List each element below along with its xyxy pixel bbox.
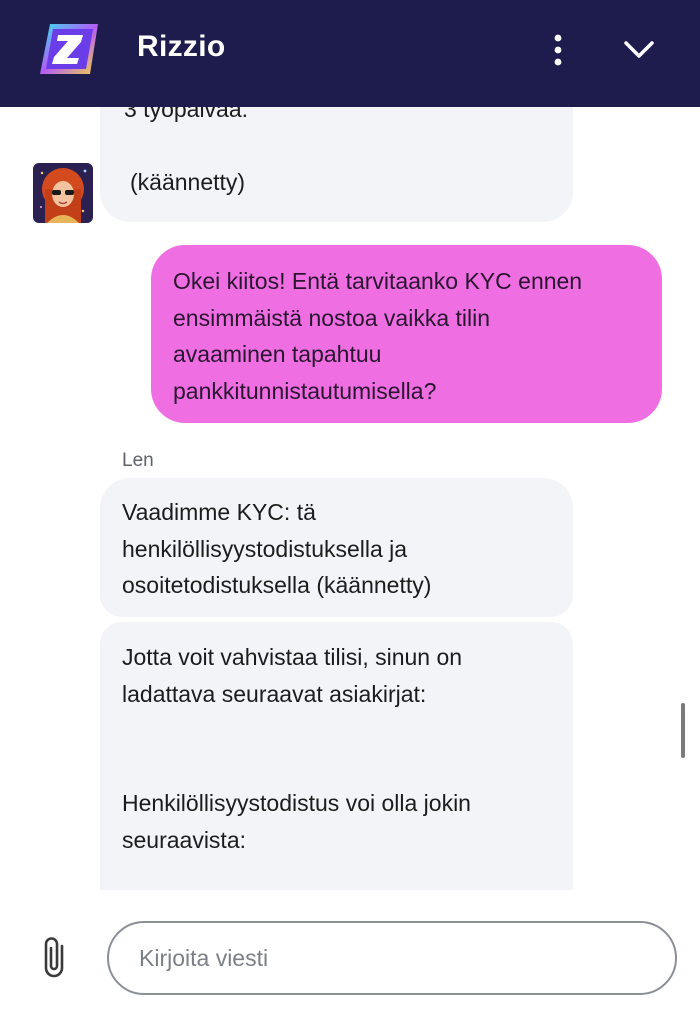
more-vertical-icon[interactable] bbox=[540, 30, 576, 70]
chat-header: Rizzio bbox=[0, 0, 700, 107]
message-line: ensimmäistä nostoa vaikka tilin bbox=[173, 304, 491, 331]
message-line: (käännetty) bbox=[130, 169, 246, 195]
message-line: Henkilöllisyystodistus voi olla jokin bbox=[122, 790, 471, 816]
scrollbar-thumb[interactable] bbox=[681, 703, 685, 758]
sender-name: Len bbox=[122, 450, 154, 471]
message-line: ladattava seuraavat asiakirjat: bbox=[122, 680, 427, 707]
avatar-image bbox=[33, 163, 93, 223]
message-line bbox=[122, 712, 551, 749]
chevron-down-icon[interactable] bbox=[618, 32, 660, 68]
app-title: Rizzio bbox=[137, 30, 226, 63]
message-composer bbox=[0, 890, 700, 1013]
message-line: pankkitunnistautumisella? bbox=[173, 377, 437, 404]
message-line: Vaadimme KYC: tä bbox=[122, 499, 316, 525]
message-line: avaaminen tapahtuu bbox=[173, 341, 382, 367]
message-line bbox=[124, 128, 549, 165]
agent-message: 3 työpäivää. (käännetty) bbox=[100, 107, 573, 222]
message-line: Jotta voit vahvistaa tilisi, sinun on bbox=[122, 644, 463, 670]
agent-message: Vaadimme KYC: tä henkilöllisyystodistuks… bbox=[100, 478, 573, 617]
message-line: 3 työpäivää. bbox=[124, 107, 249, 122]
rizzio-logo-icon bbox=[40, 24, 98, 74]
message-line bbox=[122, 749, 551, 786]
message-line: Okei kiitos! Entä tarvitaanko KYC ennen bbox=[173, 268, 583, 294]
message-input[interactable] bbox=[107, 921, 677, 995]
paperclip-icon[interactable] bbox=[38, 934, 74, 982]
message-line: seuraavista: bbox=[122, 826, 247, 853]
user-message: Okei kiitos! Entä tarvitaanko KYC ennen … bbox=[151, 245, 662, 423]
agent-avatar bbox=[33, 163, 93, 223]
agent-message: Jotta voit vahvistaa tilisi, sinun on la… bbox=[100, 622, 573, 890]
message-line: osoitetodistuksella (käännetty) bbox=[122, 572, 432, 598]
message-line: henkilöllisyystodistuksella ja bbox=[122, 535, 408, 562]
message-list[interactable]: 3 työpäivää. (käännetty) Okei kiitos! En… bbox=[0, 107, 700, 890]
